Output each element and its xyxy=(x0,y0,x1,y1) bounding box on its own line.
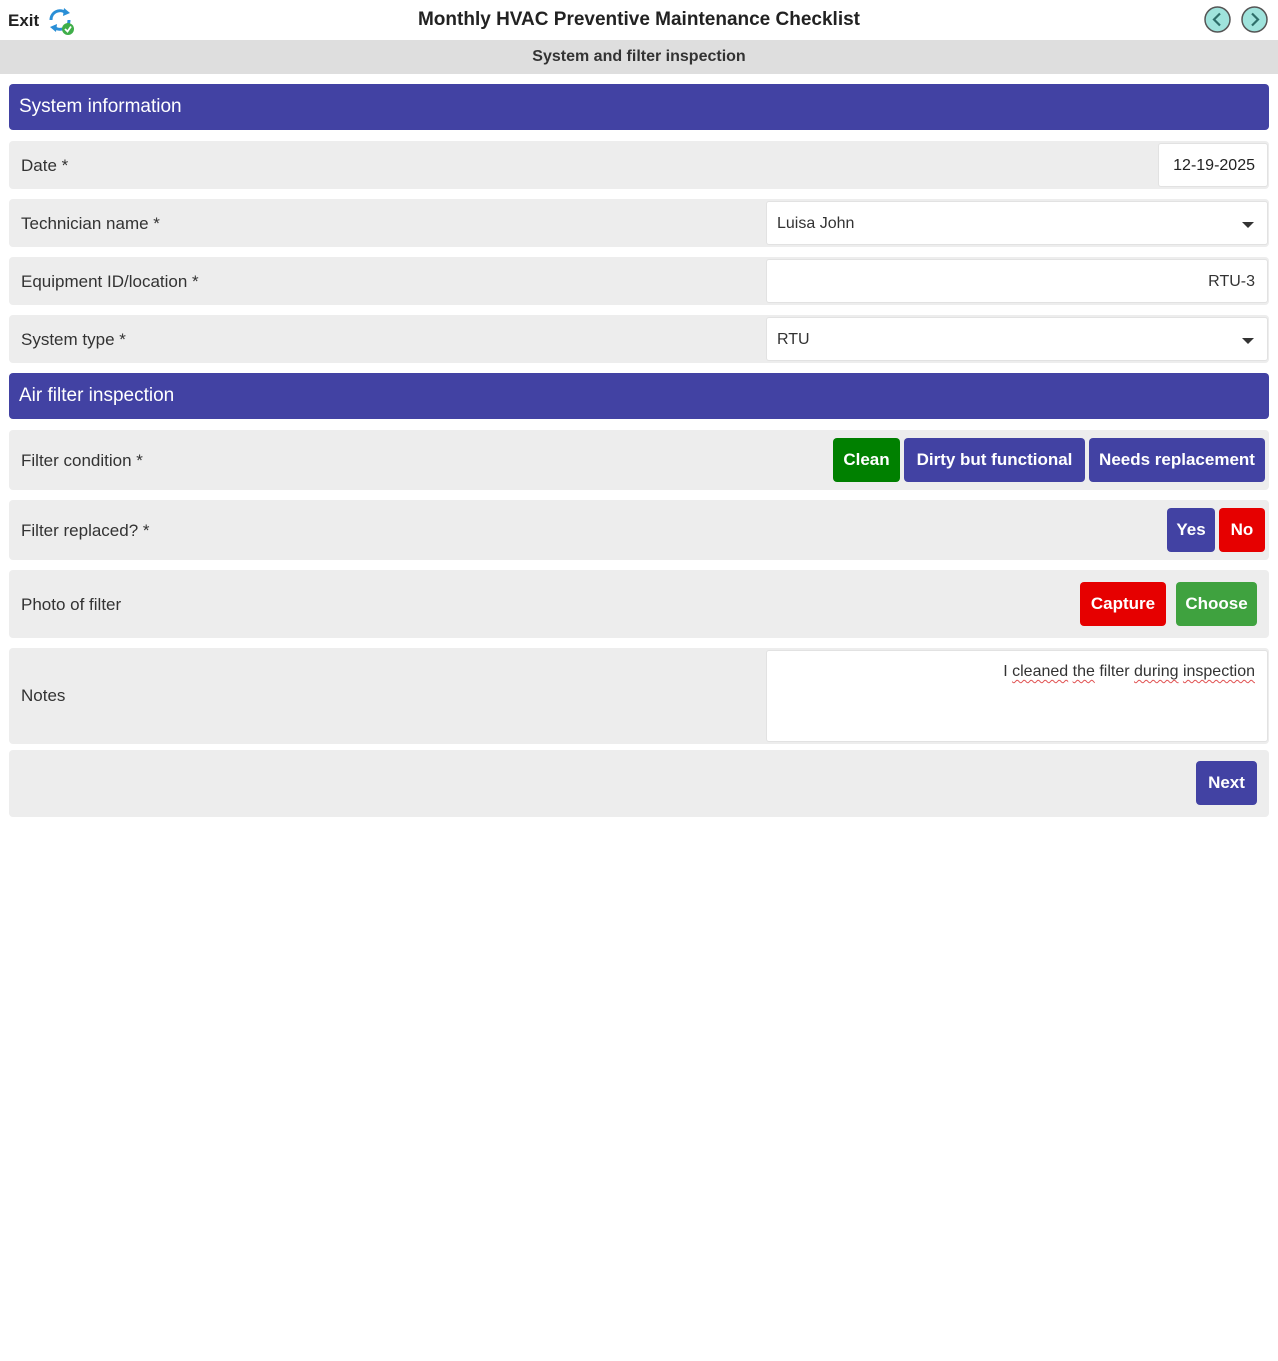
date-row: Date * 12-19-2025 xyxy=(9,141,1269,189)
filter-replaced-no-button[interactable]: No xyxy=(1219,508,1265,552)
notes-word: during xyxy=(1134,663,1179,680)
filter-condition-dirty-button[interactable]: Dirty but functional xyxy=(904,438,1085,482)
notes-textarea[interactable]: I cleaned the filter during inspection xyxy=(766,650,1268,742)
notes-label: Notes xyxy=(21,686,66,705)
section-header-system-information: System information xyxy=(9,84,1269,130)
system-type-row: System type * RTU xyxy=(9,315,1269,363)
notes-word: inspection xyxy=(1182,663,1255,680)
filter-condition-label: Filter condition * xyxy=(21,451,143,470)
chevron-down-icon xyxy=(1242,222,1254,228)
filter-replaced-label: Filter replaced? * xyxy=(21,521,150,540)
filter-replaced-yes-button[interactable]: Yes xyxy=(1167,508,1215,552)
technician-label: Technician name * xyxy=(21,214,160,233)
system-type-select-value: RTU xyxy=(777,331,810,348)
system-type-label: System type * xyxy=(21,330,126,349)
equipment-input[interactable]: RTU-3 xyxy=(766,259,1268,303)
arrow-right-circle-icon[interactable] xyxy=(1241,6,1268,33)
chevron-down-icon xyxy=(1242,338,1254,344)
filter-replaced-row: Filter replaced? * Yes No xyxy=(9,500,1269,560)
notes-word: I xyxy=(1003,663,1008,680)
page-title: Monthly HVAC Preventive Maintenance Chec… xyxy=(417,9,861,30)
next-button[interactable]: Next xyxy=(1196,761,1257,805)
filter-condition-clean-button[interactable]: Clean xyxy=(833,438,900,482)
notes-word: cleaned xyxy=(1012,663,1069,680)
equipment-row: Equipment ID/location * RTU-3 xyxy=(9,257,1269,305)
section-header-air-filter-inspection: Air filter inspection xyxy=(9,373,1269,419)
notes-word: the xyxy=(1072,663,1095,680)
notes-row: Notes I cleaned the filter during inspec… xyxy=(9,648,1269,744)
filter-condition-needs-replacement-button[interactable]: Needs replacement xyxy=(1089,438,1265,482)
filter-condition-row: Filter condition * Clean Dirty but funct… xyxy=(9,430,1269,490)
arrow-left-circle-icon[interactable] xyxy=(1204,6,1231,33)
capture-photo-button[interactable]: Capture xyxy=(1080,582,1166,626)
page-subtitle: System and filter inspection xyxy=(0,40,1278,74)
notes-word: filter xyxy=(1099,663,1130,680)
equipment-label: Equipment ID/location * xyxy=(21,272,199,291)
footer-row: Next xyxy=(9,750,1269,817)
top-bar: Exit Monthly HVAC Preventive Maintenance… xyxy=(0,0,1278,40)
date-label: Date * xyxy=(21,156,69,175)
photo-row: Photo of filter Capture Choose xyxy=(9,570,1269,638)
choose-photo-button[interactable]: Choose xyxy=(1176,582,1257,626)
technician-row: Technician name * Luisa John xyxy=(9,199,1269,247)
date-field[interactable]: 12-19-2025 xyxy=(1158,143,1268,187)
system-type-select[interactable]: RTU xyxy=(766,317,1268,361)
technician-select[interactable]: Luisa John xyxy=(766,201,1268,245)
photo-label: Photo of filter xyxy=(21,595,122,614)
technician-select-value: Luisa John xyxy=(777,215,855,232)
